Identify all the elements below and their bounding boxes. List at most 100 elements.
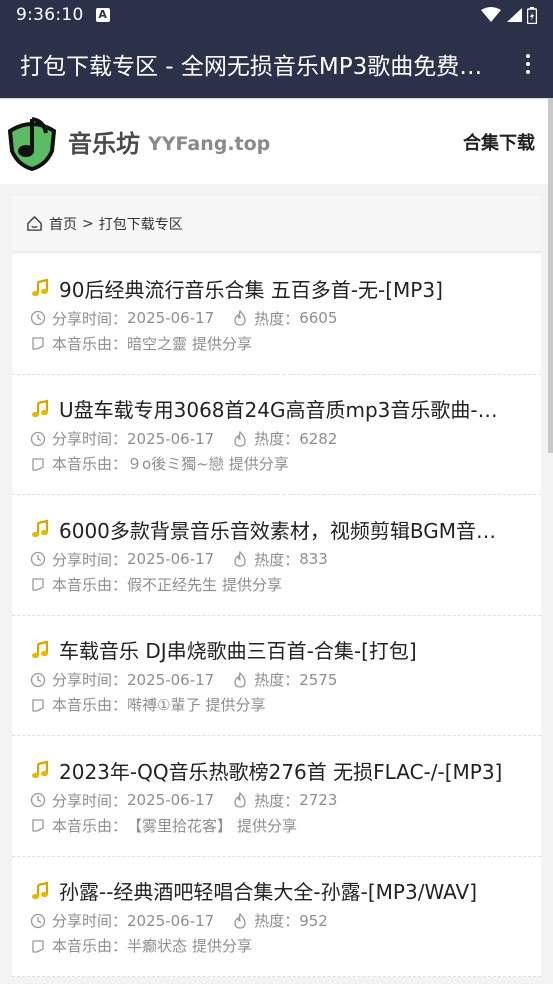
uploader-prefix: 本音乐由：: [52, 575, 128, 594]
clock-icon: [30, 310, 46, 326]
item-title[interactable]: 孙露--经典酒吧轻唱合集大全-孙露-[MP3/WAV]: [59, 876, 514, 905]
tag-icon: [30, 697, 46, 713]
heat-value: 2723: [299, 791, 338, 809]
breadcrumb: 首页 > 打包下载专区: [12, 196, 541, 252]
site-name[interactable]: 音乐坊: [68, 124, 140, 159]
breadcrumb-home[interactable]: 首页: [49, 214, 77, 234]
uploader-suffix: 提供分享: [192, 334, 253, 353]
uploader-name: 假不正经先生: [127, 575, 218, 594]
heat-value: 6282: [299, 429, 338, 448]
fire-icon: [232, 550, 248, 567]
music-note-icon: [30, 881, 50, 901]
tag-icon: [30, 456, 46, 472]
status-time: 9:36:10: [16, 5, 84, 25]
item-title[interactable]: 2023年-QQ音乐热歌榜276首 无损FLAC-/-[MP3]: [59, 756, 514, 785]
clock-icon: [30, 431, 46, 447]
music-note-icon: [30, 519, 50, 539]
heat-label: 热度：: [254, 791, 300, 810]
uploader-prefix: 本音乐由：: [52, 816, 128, 835]
heat-value: 833: [299, 550, 328, 568]
heat-label: 热度：: [254, 430, 300, 448]
wifi-icon: [481, 7, 501, 22]
uploader-suffix: 提供分享: [205, 696, 266, 714]
share-time-label: 分享时间：: [52, 430, 128, 448]
heat-label: 热度：: [254, 309, 300, 328]
share-date: 2025-06-17: [127, 670, 215, 689]
tag-icon: [30, 335, 46, 351]
collection-download-link[interactable]: 合集下载: [463, 129, 535, 155]
notification-a-icon: A: [95, 8, 110, 22]
clock-icon: [30, 792, 46, 808]
uploader-prefix: 本音乐由：: [52, 937, 128, 955]
uploader-prefix: 本音乐由：: [52, 334, 128, 353]
share-date: 2025-06-17: [127, 791, 215, 809]
heat-label: 热度：: [254, 550, 300, 569]
item-title[interactable]: 6000多款背景音乐音效素材，视频剪辑BGM音效合集: [59, 515, 514, 544]
heat-label: 热度：: [254, 912, 300, 930]
more-options-icon[interactable]: [523, 54, 533, 74]
uploader-name: 暗空之靈: [127, 334, 188, 353]
fire-icon: [232, 671, 248, 688]
heat-value: 952: [299, 911, 328, 930]
music-note-icon: [30, 640, 50, 660]
list-item[interactable]: 2023年-QQ音乐热歌榜276首 无损FLAC-/-[MP3] 分享时间： 202…: [12, 736, 541, 857]
uploader-suffix: 提供分享: [192, 937, 253, 955]
list-item[interactable]: 90后经典流行音乐合集 五百多首-无-[MP3] 分享时间： 2025-06-17 热…: [12, 254, 541, 375]
music-note-icon: [30, 278, 50, 298]
heat-value: 6605: [299, 309, 338, 327]
list-item[interactable]: 车载音乐 DJ串烧歌曲三百首-合集-[打包] 分享时间： 2025-06-17 热度：…: [12, 616, 541, 736]
list-item[interactable]: U盘车载专用3068首24G高音质mp3音乐歌曲-合集分享时间： 2025-06-…: [12, 375, 541, 495]
download-list: 90后经典流行音乐合集 五百多首-无-[MP3] 分享时间： 2025-06-17 热…: [12, 254, 541, 977]
clock-icon: [30, 551, 46, 567]
item-title[interactable]: 90后经典流行音乐合集 五百多首-无-[MP3]: [59, 274, 514, 303]
list-item[interactable]: 孙露--经典酒吧轻唱合集大全-孙露-[MP3/WAV] 分享时间： 2025-06-…: [12, 857, 541, 977]
fire-icon: [232, 791, 248, 808]
fire-icon: [232, 309, 248, 326]
site-header: 音乐坊 YYFang.top 合集下载: [0, 98, 553, 184]
clock-icon: [30, 913, 46, 929]
status-icons: [481, 6, 537, 24]
breadcrumb-current[interactable]: 打包下载专区: [99, 214, 183, 234]
uploader-prefix: 本音乐由：: [52, 696, 128, 714]
tag-icon: [30, 817, 46, 833]
tag-icon: [30, 938, 46, 954]
fire-icon: [232, 430, 248, 447]
share-time-label: 分享时间：: [52, 791, 128, 810]
status-bar: 9:36:10 A: [0, 0, 553, 30]
share-time-label: 分享时间：: [52, 912, 128, 930]
share-date: 2025-06-17: [127, 429, 215, 448]
list-item[interactable]: 6000多款背景音乐音效素材，视频剪辑BGM音效合集分享时间： 2025-06-1…: [12, 495, 541, 616]
uploader-suffix: 提供分享: [228, 455, 289, 473]
uploader-name: 半癫状态: [127, 937, 188, 955]
share-time-label: 分享时间：: [52, 550, 128, 569]
item-title[interactable]: 车载音乐 DJ串烧歌曲三百首-合集-[打包]: [59, 635, 514, 664]
scrollbar[interactable]: [548, 98, 553, 453]
home-icon: [27, 216, 42, 231]
uploader-name: 【雾里拾花客】: [127, 816, 233, 835]
uploader-suffix: 提供分享: [222, 575, 283, 594]
music-note-icon: [30, 760, 50, 780]
heat-label: 热度：: [254, 671, 300, 689]
fire-icon: [232, 912, 248, 929]
breadcrumb-separator: >: [82, 215, 94, 232]
music-logo-icon[interactable]: [6, 113, 58, 171]
app-bar: 打包下载专区 - 全网无损音乐MP3歌曲免费下载: [0, 30, 553, 98]
site-url: YYFang.top: [148, 132, 271, 155]
uploader-name: ９o後ミ獨~戀: [127, 455, 224, 473]
share-date: 2025-06-17: [127, 911, 215, 930]
uploader-suffix: 提供分享: [237, 816, 298, 835]
share-date: 2025-06-17: [127, 550, 215, 568]
app-bar-title: 打包下载专区 - 全网无损音乐MP3歌曲免费下载: [20, 54, 500, 80]
signal-icon: [507, 8, 522, 22]
uploader-name: 啭禣①輩孒: [127, 696, 201, 714]
tag-icon: [30, 576, 46, 592]
clock-icon: [30, 672, 46, 688]
music-note-icon: [30, 399, 50, 419]
share-time-label: 分享时间：: [52, 671, 128, 689]
share-time-label: 分享时间：: [52, 309, 128, 328]
item-title[interactable]: U盘车载专用3068首24G高音质mp3音乐歌曲-合集: [59, 394, 514, 423]
battery-icon: [527, 6, 537, 24]
share-date: 2025-06-17: [127, 309, 215, 327]
uploader-prefix: 本音乐由：: [52, 455, 128, 473]
heat-value: 2575: [299, 670, 338, 689]
